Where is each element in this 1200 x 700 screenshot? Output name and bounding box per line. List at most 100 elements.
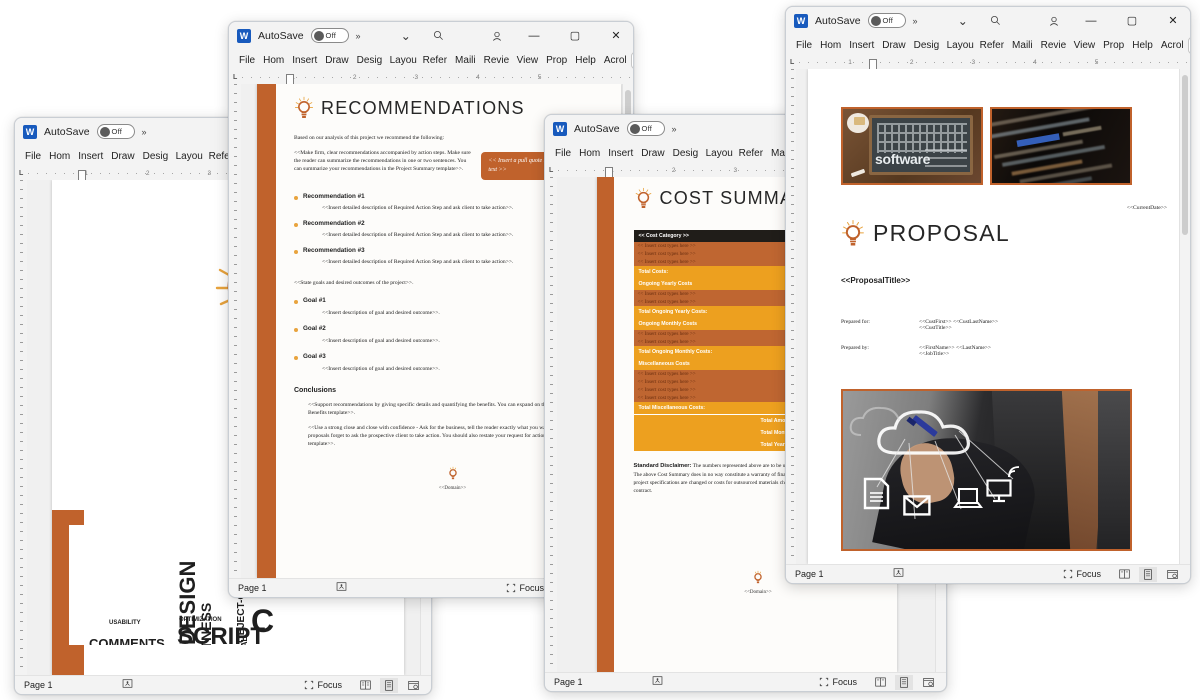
horizontal-ruler[interactable]: L 1 2 3 4 5 <box>786 56 1190 69</box>
ribbon-tab-help[interactable]: Help <box>1128 38 1157 53</box>
account-icon[interactable] <box>484 25 510 47</box>
accessibility-checker-icon[interactable] <box>328 581 354 595</box>
ribbon-tabs[interactable]: File Hom Insert Draw Desig Layou Refer M… <box>786 34 1190 56</box>
title-chevron-down-icon[interactable]: ⌄ <box>393 25 419 47</box>
titlebar[interactable]: W AutoSave Off » ⌄ — ▢ ✕ <box>786 7 1190 34</box>
ribbon-tab-help[interactable]: Help <box>571 53 600 68</box>
scrollbar-thumb[interactable] <box>1182 75 1188 235</box>
ribbon-tab-draw[interactable]: Draw <box>107 149 138 164</box>
status-bar[interactable]: Page 1 Focus <box>786 564 1190 583</box>
ribbon-tab-review[interactable]: Revie <box>1037 38 1070 53</box>
ribbon-tab-review[interactable]: Revie <box>480 53 513 68</box>
title-chevron-down-icon[interactable]: ⌄ <box>950 10 976 32</box>
read-mode-icon[interactable] <box>1115 567 1133 582</box>
accessibility-checker-icon[interactable] <box>644 675 670 689</box>
comments-button[interactable] <box>1187 36 1190 54</box>
ribbon-tab-references[interactable]: Refer <box>735 146 767 161</box>
ribbon-tab-view[interactable]: View <box>513 53 543 68</box>
proposal-title-field[interactable]: <<ProposalTitle>> <box>841 276 910 285</box>
print-layout-icon[interactable] <box>895 674 913 690</box>
minimize-button[interactable]: — <box>1074 7 1108 34</box>
ribbon-tab-references[interactable]: Refer <box>976 38 1008 53</box>
ribbon-tab-insert[interactable]: Insert <box>74 149 107 164</box>
close-button[interactable]: ✕ <box>599 22 633 49</box>
ribbon-tab-file[interactable]: File <box>21 149 45 164</box>
indent-marker[interactable] <box>869 59 878 69</box>
image-source-code[interactable] <box>990 107 1132 185</box>
ribbon-tab-draw[interactable]: Draw <box>637 146 668 161</box>
web-layout-icon[interactable] <box>404 678 422 693</box>
overflow-chevron-icon[interactable]: » <box>142 127 147 137</box>
ribbon-tab-file[interactable]: File <box>235 53 259 68</box>
prepared-for-title[interactable]: <<CustTitle>> <box>919 325 998 331</box>
ribbon-tab-acrobat[interactable]: Acrol <box>600 53 631 68</box>
comments-button[interactable] <box>630 51 633 69</box>
horizontal-ruler[interactable]: L 1 2 3 4 5 <box>229 71 633 84</box>
ruler-tab-stop-icon[interactable]: L <box>549 167 553 174</box>
ribbon-tab-draw[interactable]: Draw <box>321 53 352 68</box>
window-proposal[interactable]: W AutoSave Off » ⌄ — ▢ ✕ File Hom Insert <box>785 6 1191 584</box>
ribbon-tab-file[interactable]: File <box>792 38 816 53</box>
close-button[interactable]: ✕ <box>1156 7 1190 34</box>
search-icon[interactable] <box>426 25 452 47</box>
document-page[interactable]: software <<CurrentDate>> PROPOSAL <<Prop… <box>808 69 1180 564</box>
focus-mode-button[interactable]: Focus <box>819 677 857 687</box>
overflow-chevron-icon[interactable]: » <box>913 16 918 26</box>
ribbon-tab-design[interactable]: Desig <box>353 53 386 68</box>
ribbon-tab-layout[interactable]: Layou <box>386 53 419 68</box>
ribbon-tab-layout[interactable]: Layou <box>702 146 735 161</box>
status-page-number[interactable]: Page 1 <box>795 569 885 579</box>
view-buttons[interactable] <box>871 674 937 690</box>
ruler-tab-stop-icon[interactable]: L <box>233 74 237 81</box>
minimize-button[interactable]: — <box>517 22 551 49</box>
ribbon-tab-file[interactable]: File <box>551 146 575 161</box>
overflow-chevron-icon[interactable]: » <box>672 124 677 134</box>
ribbon-tab-mailings[interactable]: Maili <box>1008 38 1037 53</box>
ribbon-tab-layout[interactable]: Layou <box>943 38 976 53</box>
ribbon-tab-home[interactable]: Hom <box>575 146 604 161</box>
image-cloud-computing[interactable] <box>841 389 1132 551</box>
focus-mode-button[interactable]: Focus <box>506 583 544 593</box>
ribbon-tab-proposal[interactable]: Prop <box>1099 38 1128 53</box>
ruler-tab-stop-icon[interactable]: L <box>790 59 794 66</box>
ribbon-tab-home[interactable]: Hom <box>45 149 74 164</box>
amount-blank-cell[interactable] <box>633 439 756 451</box>
vertical-scrollbar[interactable] <box>1179 69 1190 564</box>
ribbon-tab-acrobat[interactable]: Acrol <box>1157 38 1188 53</box>
status-bar[interactable]: Page 1 Focus <box>545 672 946 691</box>
accessibility-checker-icon[interactable] <box>885 567 911 581</box>
ribbon-tabs[interactable]: File Hom Insert Draw Desig Layou Refer M… <box>229 49 633 71</box>
maximize-button[interactable]: ▢ <box>1115 7 1149 34</box>
overflow-chevron-icon[interactable]: » <box>356 31 361 41</box>
document-area[interactable]: software <<CurrentDate>> PROPOSAL <<Prop… <box>786 69 1190 564</box>
autosave-toggle[interactable]: Off <box>310 28 349 43</box>
ribbon-tab-mailings[interactable]: Maili <box>451 53 480 68</box>
status-bar[interactable]: Page 1 Focus <box>15 675 431 694</box>
image-software-chalkboard[interactable]: software <box>841 107 983 185</box>
ribbon-tab-insert[interactable]: Insert <box>288 53 321 68</box>
print-layout-icon[interactable] <box>380 677 398 693</box>
ribbon-tab-design[interactable]: Desig <box>910 38 943 53</box>
status-page-number[interactable]: Page 1 <box>238 583 328 593</box>
view-buttons[interactable] <box>1115 566 1181 582</box>
amount-blank-cell[interactable] <box>633 427 756 439</box>
ribbon-tab-home[interactable]: Hom <box>259 53 288 68</box>
ribbon-tab-draw[interactable]: Draw <box>878 38 909 53</box>
maximize-button[interactable]: ▢ <box>558 22 592 49</box>
ribbon-tab-references[interactable]: Refer <box>419 53 451 68</box>
ribbon-tab-layout[interactable]: Layou <box>172 149 205 164</box>
accessibility-checker-icon[interactable] <box>114 678 140 692</box>
ruler-tab-stop-icon[interactable]: L <box>19 170 23 177</box>
ribbon-tab-home[interactable]: Hom <box>816 38 845 53</box>
read-mode-icon[interactable] <box>871 675 889 690</box>
status-page-number[interactable]: Page 1 <box>24 680 114 690</box>
focus-mode-button[interactable]: Focus <box>1063 569 1101 579</box>
web-layout-icon[interactable] <box>919 675 937 690</box>
focus-mode-button[interactable]: Focus <box>304 680 342 690</box>
read-mode-icon[interactable] <box>356 678 374 693</box>
search-icon[interactable] <box>983 10 1009 32</box>
ribbon-tab-view[interactable]: View <box>1070 38 1100 53</box>
indent-marker[interactable] <box>605 167 614 177</box>
ribbon-tab-design[interactable]: Desig <box>139 149 172 164</box>
titlebar[interactable]: W AutoSave Off » ⌄ — ▢ ✕ <box>229 22 633 49</box>
